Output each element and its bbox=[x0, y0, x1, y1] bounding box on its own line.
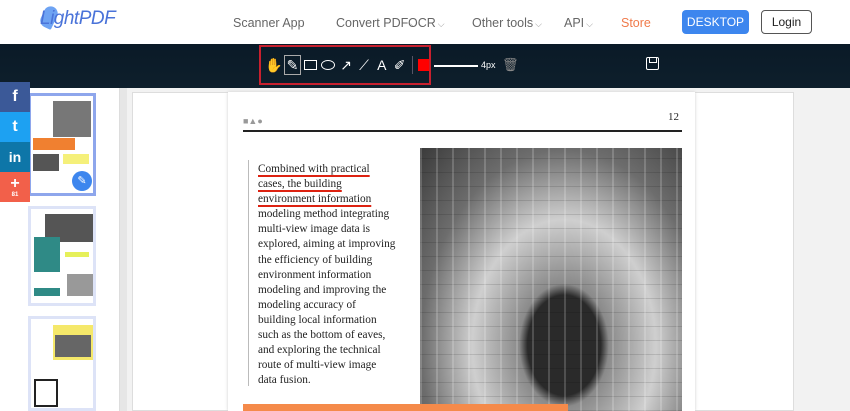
more-share-button[interactable]: +81 bbox=[0, 172, 30, 202]
chevron-down-icon: ⌵ bbox=[586, 19, 593, 29]
stroke-size-slider[interactable] bbox=[434, 65, 478, 67]
hand-tool-icon[interactable]: ✋ bbox=[265, 55, 282, 75]
nav-other-tools[interactable]: Other tools ⌵ bbox=[472, 16, 542, 30]
facebook-share-button[interactable]: f bbox=[0, 82, 30, 112]
nav-convert-pdf[interactable]: Convert PDF ⌵ bbox=[336, 16, 417, 30]
twitter-share-button[interactable]: t bbox=[0, 112, 30, 142]
text-sidebar-line bbox=[248, 160, 249, 386]
nav-scanner-app[interactable]: Scanner App bbox=[233, 16, 305, 30]
chevron-down-icon: ⌵ bbox=[535, 19, 542, 29]
header-rule bbox=[243, 130, 682, 132]
pencil-tool-icon[interactable]: ✎ bbox=[284, 55, 301, 75]
shapes-decoration-icon: ■▲● bbox=[243, 116, 263, 126]
lightpdf-logo[interactable]: LightPDF bbox=[38, 4, 116, 30]
arrow-tool-icon[interactable]: ↗ bbox=[338, 55, 354, 75]
page-thumbnail[interactable]: ✎ bbox=[28, 93, 96, 196]
edit-pencil-icon[interactable]: ✎ bbox=[72, 171, 92, 191]
annotated-line: Combined with practical bbox=[258, 163, 370, 175]
divider bbox=[411, 56, 413, 74]
stroke-size-label: 4px bbox=[481, 60, 496, 70]
line-tool-icon[interactable]: ⟋ bbox=[356, 55, 372, 75]
share-count: 81 bbox=[11, 192, 19, 198]
nav-api[interactable]: API ⌵ bbox=[564, 16, 593, 30]
top-header: LightPDF Scanner App Convert PDF ⌵ OCR ⌵ O… bbox=[0, 0, 850, 44]
rectangle-tool-icon[interactable] bbox=[303, 55, 319, 75]
chevron-down-icon: ⌵ bbox=[437, 19, 445, 29]
architecture-photo bbox=[420, 148, 682, 411]
page-number: 12 bbox=[668, 111, 679, 123]
page-thumbnail[interactable] bbox=[28, 206, 96, 306]
save-icon[interactable] bbox=[646, 57, 659, 70]
highlighter-tool-icon[interactable]: ✐ bbox=[392, 55, 408, 75]
thumbnail-scrollbar[interactable] bbox=[119, 88, 127, 411]
orange-banner bbox=[243, 404, 568, 411]
annotated-line: cases, the building bbox=[258, 178, 342, 191]
nav-store[interactable]: Store bbox=[621, 16, 651, 30]
ellipse-tool-icon[interactable] bbox=[320, 55, 336, 75]
annotated-line: environment information bbox=[258, 193, 372, 206]
page-thumbnail[interactable] bbox=[28, 316, 96, 411]
trash-icon[interactable]: 🗑 bbox=[502, 57, 519, 73]
nav-ocr[interactable]: OCR ⌵ bbox=[408, 16, 445, 30]
color-picker[interactable] bbox=[418, 59, 430, 71]
linkedin-share-button[interactable]: in bbox=[0, 142, 30, 172]
desktop-button[interactable]: DESKTOP bbox=[682, 10, 749, 34]
text-tool-icon[interactable]: A bbox=[374, 55, 390, 75]
tool-group: ✋ ✎ ↗ ⟋ A ✐ bbox=[259, 45, 431, 85]
body-paragraph: Combined with practical cases, the build… bbox=[258, 162, 408, 388]
login-button[interactable]: Login bbox=[761, 10, 812, 34]
